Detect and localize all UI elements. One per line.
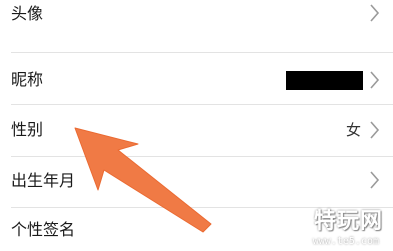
watermark-url: www.te5.com [312,236,379,247]
settings-row-label: 头像 [11,4,44,23]
settings-row-label: 性别 [11,120,44,139]
chevron-right-icon [369,170,380,190]
chevron-right-icon [369,70,380,90]
settings-row-nickname[interactable]: 昵称 [0,53,393,103]
watermark: 特玩网 www.te5.com [295,203,387,247]
settings-row-label: 出生年月 [11,171,76,190]
profile-settings-screen: 头像 昵称 性别 女 出生年月 个性签名 特玩网 www.te5.com [0,0,393,251]
chevron-right-icon [369,3,380,23]
settings-row-label: 个性签名 [11,220,76,239]
chevron-right-icon [369,120,380,140]
redacted-nickname-value [286,71,363,90]
settings-row-label: 昵称 [11,70,44,89]
watermark-logo: 特玩网 [313,209,383,234]
settings-row-birthdate[interactable]: 出生年月 [0,157,393,207]
settings-row-gender[interactable]: 性别 女 [0,105,393,155]
settings-row-avatar[interactable]: 头像 [0,0,393,45]
gender-value: 女 [345,121,361,139]
